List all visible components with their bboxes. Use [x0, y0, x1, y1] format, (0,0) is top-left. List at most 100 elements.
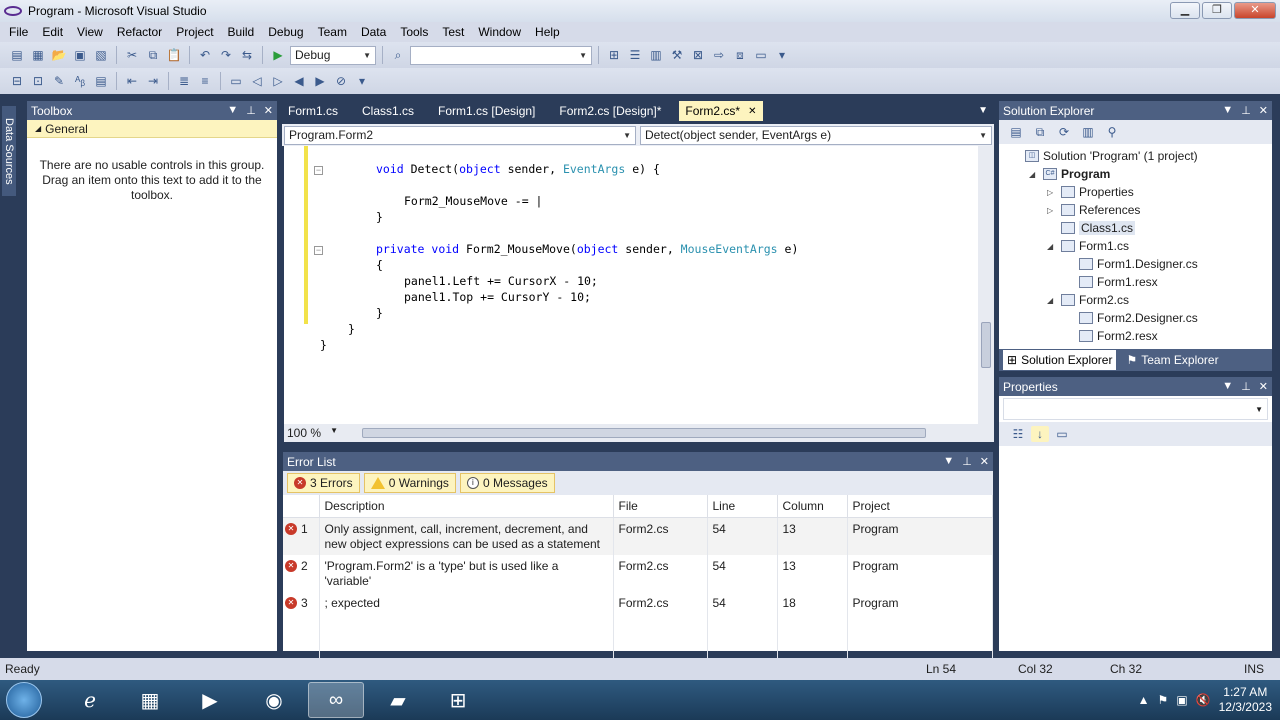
error-row[interactable]: ✕ 2 'Program.Form2' is a 'type' but is use…: [283, 554, 993, 592]
solution-configuration-dropdown[interactable]: Debug ▼: [290, 45, 376, 65]
tab-overflow-icon[interactable]: ▼: [978, 105, 994, 116]
cut-icon[interactable]: ✂: [123, 47, 141, 63]
view-code-icon[interactable]: ▥: [1079, 124, 1097, 140]
maximize-button[interactable]: ❐: [1202, 2, 1232, 19]
menu-data[interactable]: Data: [354, 25, 393, 39]
panel-dropdown-icon[interactable]: ▼: [943, 455, 954, 468]
save-icon[interactable]: ▣: [71, 47, 89, 63]
navigate-icon[interactable]: ⇆: [238, 47, 256, 63]
clear-bookmarks-icon[interactable]: ⊘: [332, 73, 350, 89]
types-dropdown[interactable]: Program.Form2 ▼: [284, 125, 636, 145]
next-bookmark-in-folder-icon[interactable]: ▶: [311, 73, 329, 89]
members-dropdown[interactable]: Detect(object sender, EventArgs e) ▼: [640, 125, 992, 145]
menu-refactor[interactable]: Refactor: [110, 25, 169, 39]
start-page-icon[interactable]: ⇨: [710, 47, 728, 63]
undo-icon[interactable]: ↶: [196, 47, 214, 63]
data-sources-tab[interactable]: Data Sources: [2, 106, 16, 196]
properties-window-icon[interactable]: ☰: [626, 47, 644, 63]
object-browser-icon[interactable]: ▥: [647, 47, 665, 63]
menu-edit[interactable]: Edit: [35, 25, 70, 39]
increase-indent-icon[interactable]: ⇥: [144, 73, 162, 89]
menu-test[interactable]: Test: [435, 25, 471, 39]
scrollbar-thumb[interactable]: [981, 322, 991, 368]
object-selector-dropdown[interactable]: ▼: [1003, 398, 1268, 420]
solution-explorer-icon[interactable]: ⊞: [605, 47, 623, 63]
save-all-icon[interactable]: ▧: [92, 47, 110, 63]
column-header-description[interactable]: Description: [319, 495, 614, 518]
document-tab[interactable]: Form2.cs* ✕: [679, 101, 763, 121]
team-explorer-tab[interactable]: ⚑ Team Explorer: [1122, 350, 1222, 370]
show-hidden-icons-icon[interactable]: ▲: [1138, 693, 1150, 707]
column-header-column[interactable]: Column: [777, 495, 848, 518]
close-icon[interactable]: ✕: [1259, 380, 1268, 393]
minimize-button[interactable]: ▁: [1170, 2, 1200, 19]
chrome-icon[interactable]: ◉: [246, 682, 302, 718]
error-row[interactable]: ✕ 1 Only assignment, call, increment, decr…: [283, 517, 993, 555]
tree-item[interactable]: Form1.Designer.cs: [1065, 255, 1198, 273]
command-window-icon[interactable]: ▭: [752, 47, 770, 63]
collapse-outline-icon[interactable]: −: [314, 246, 323, 255]
expand-arrow-icon[interactable]: ▷: [1047, 188, 1057, 197]
errors-filter-button[interactable]: ✕ 3 Errors: [287, 473, 360, 493]
zoom-dropdown[interactable]: 100 % ▼: [284, 426, 342, 440]
column-header-line[interactable]: Line: [707, 495, 778, 518]
close-tab-icon[interactable]: ✕: [748, 106, 756, 117]
pin-icon[interactable]: ⊥: [246, 104, 256, 117]
menu-file[interactable]: File: [2, 25, 35, 39]
format-icon[interactable]: ▤: [92, 73, 110, 89]
messages-filter-button[interactable]: i 0 Messages: [459, 473, 555, 493]
volume-icon[interactable]: 🔇: [1196, 693, 1211, 707]
tree-item[interactable]: Class1.cs: [1047, 219, 1136, 237]
toolbar-options-icon[interactable]: ▾: [353, 73, 371, 89]
menu-tools[interactable]: Tools: [393, 25, 435, 39]
document-tab[interactable]: Form1.cs [Design]: [432, 101, 541, 121]
show-all-files-icon[interactable]: ⧉: [1031, 124, 1049, 140]
view-class-diagram-icon[interactable]: ⚲: [1103, 124, 1121, 140]
previous-bookmark-icon[interactable]: ◁: [248, 73, 266, 89]
warnings-filter-button[interactable]: 0 Warnings: [363, 473, 456, 493]
menu-build[interactable]: Build: [221, 25, 262, 39]
expand-arrow-icon[interactable]: ▷: [1047, 206, 1057, 215]
tree-item[interactable]: ◢ C# Program: [1029, 165, 1110, 183]
decrease-indent-icon[interactable]: ⇤: [123, 73, 141, 89]
properties-icon[interactable]: ▤: [1007, 124, 1025, 140]
panel-dropdown-icon[interactable]: ▼: [227, 104, 238, 117]
editor-vertical-scrollbar[interactable]: [978, 146, 994, 424]
close-icon[interactable]: ✕: [1259, 104, 1268, 117]
network-app-icon[interactable]: ⊞: [430, 682, 486, 718]
tree-item[interactable]: ▷ Properties: [1047, 183, 1134, 201]
redo-icon[interactable]: ↷: [217, 47, 235, 63]
expand-arrow-icon[interactable]: ◢: [1029, 170, 1039, 179]
parameter-info-icon[interactable]: ⊡: [29, 73, 47, 89]
property-pages-icon[interactable]: ▭: [1053, 426, 1071, 442]
start-button[interactable]: [6, 682, 42, 718]
previous-bookmark-in-folder-icon[interactable]: ◀: [290, 73, 308, 89]
tree-item[interactable]: ▷ References: [1047, 201, 1140, 219]
add-item-icon[interactable]: ▦: [29, 47, 47, 63]
collapse-outline-icon[interactable]: −: [314, 166, 323, 175]
open-file-icon[interactable]: 📂: [50, 47, 68, 63]
menu-window[interactable]: Window: [471, 25, 528, 39]
tree-item[interactable]: Form2.Designer.cs: [1065, 309, 1198, 327]
next-bookmark-icon[interactable]: ▷: [269, 73, 287, 89]
tree-item[interactable]: Form1.resx: [1065, 273, 1158, 291]
menu-project[interactable]: Project: [169, 25, 220, 39]
copy-icon[interactable]: ⧉: [144, 47, 162, 63]
error-list-icon[interactable]: ⊠: [689, 47, 707, 63]
column-header-number[interactable]: [283, 495, 320, 518]
uncomment-lines-icon[interactable]: ≡: [196, 73, 214, 89]
refresh-icon[interactable]: ⟳: [1055, 124, 1073, 140]
complete-word-icon[interactable]: ᴬᵦ: [71, 73, 89, 89]
document-tab[interactable]: Form2.cs [Design]*: [553, 101, 667, 121]
pin-icon[interactable]: ⊥: [1241, 104, 1251, 117]
pin-icon[interactable]: ⊥: [962, 455, 972, 468]
paste-icon[interactable]: 📋: [165, 47, 183, 63]
column-header-file[interactable]: File: [613, 495, 708, 518]
menu-debug[interactable]: Debug: [261, 25, 310, 39]
extension-manager-icon[interactable]: ⧈: [731, 47, 749, 63]
quick-info-icon[interactable]: ✎: [50, 73, 68, 89]
toolbar-options-icon[interactable]: ▾: [773, 47, 791, 63]
tree-item[interactable]: ◢ Form1.cs: [1047, 237, 1129, 255]
expand-arrow-icon[interactable]: ◢: [1047, 296, 1057, 305]
tree-item[interactable]: ◫ Solution 'Program' (1 project): [1011, 147, 1198, 165]
